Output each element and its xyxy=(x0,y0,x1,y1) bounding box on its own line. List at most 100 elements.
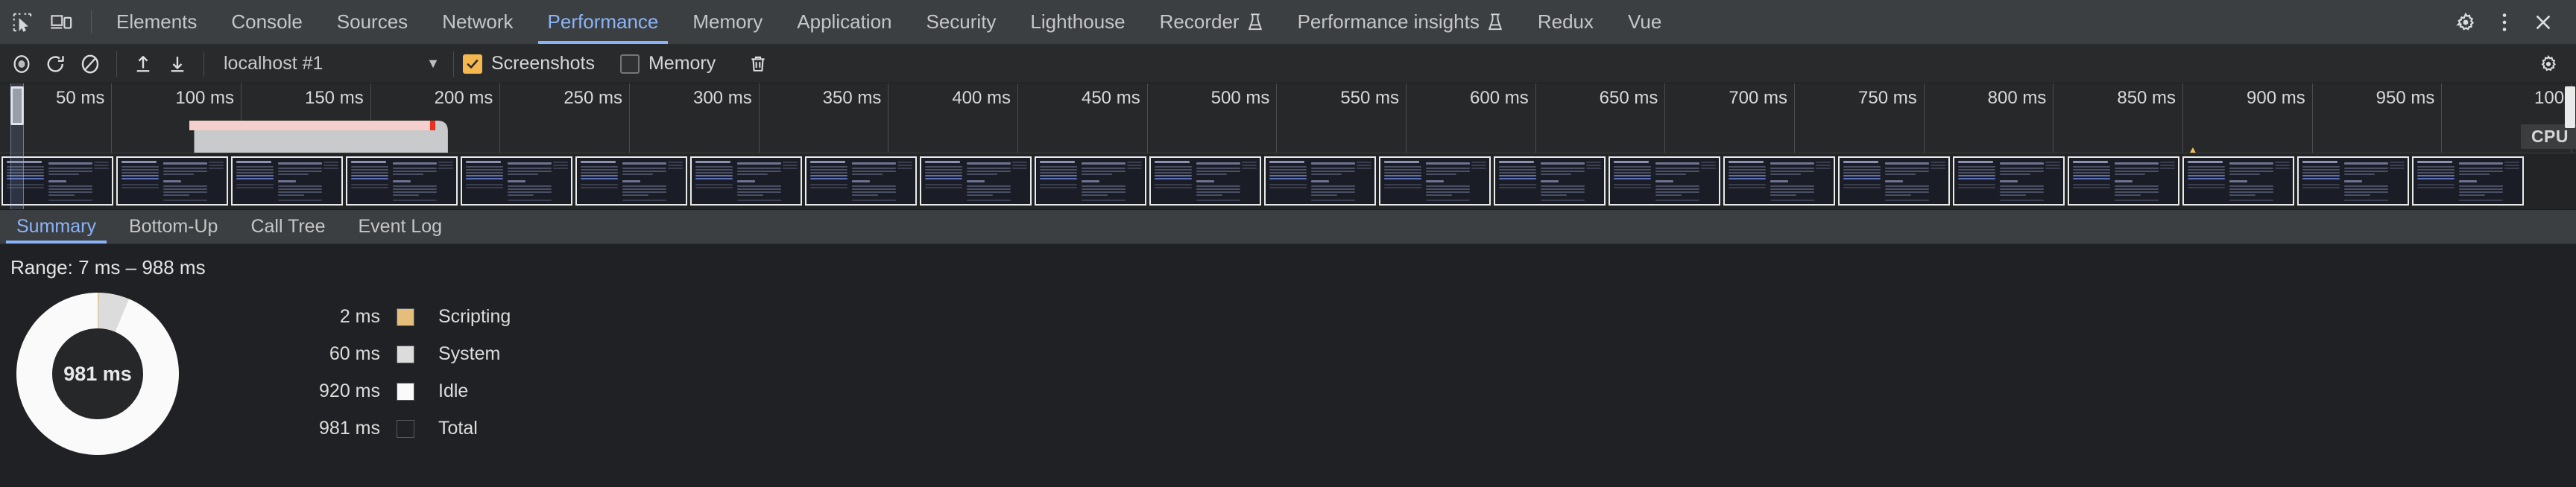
settings-gear-icon[interactable] xyxy=(2446,6,2485,39)
frame-article xyxy=(1426,162,1470,203)
filmstrip-frame[interactable] xyxy=(575,156,687,206)
activity-donut-chart[interactable]: 981 ms xyxy=(16,293,179,455)
toolbar-divider xyxy=(453,51,454,77)
tab-network[interactable]: Network xyxy=(425,0,530,44)
legend-swatch-system xyxy=(397,345,414,363)
capture-settings-gear-icon[interactable] xyxy=(2531,48,2566,80)
filmstrip-frame[interactable] xyxy=(1723,156,1835,206)
frame-meta xyxy=(1126,161,1142,171)
frame-meta xyxy=(1471,161,1486,171)
frame-meta xyxy=(93,161,109,171)
filmstrip-frame[interactable] xyxy=(1379,156,1491,206)
clear-button[interactable] xyxy=(73,48,107,80)
tab-label: Summary xyxy=(16,216,96,237)
frame-meta xyxy=(1700,161,1716,171)
memory-checkbox[interactable]: Memory xyxy=(619,53,716,74)
tab-summary[interactable]: Summary xyxy=(0,210,113,244)
ruler-tick-label: 250 ms xyxy=(564,88,623,108)
reload-and-record-button[interactable] xyxy=(39,48,73,80)
filmstrip-frame[interactable] xyxy=(2182,156,2294,206)
filmstrip-frame[interactable] xyxy=(1953,156,2065,206)
filmstrip-frame[interactable] xyxy=(1149,156,1261,206)
frame-meta xyxy=(782,161,798,171)
tab-memory[interactable]: Memory xyxy=(675,0,780,44)
legend-swatch-idle xyxy=(397,382,414,401)
tab-performance-insights[interactable]: Performance insights xyxy=(1281,0,1521,44)
filmstrip-frame[interactable] xyxy=(346,156,458,206)
inspect-element-icon[interactable] xyxy=(3,6,42,39)
frame-sidebar xyxy=(1843,160,1881,190)
timeline-overview[interactable]: 50 ms 100 ms 150 ms 200 ms 250 ms 300 ms 350 m… xyxy=(0,83,2576,210)
tab-label: Redux xyxy=(1537,10,1594,33)
tab-bottom-up[interactable]: Bottom-Up xyxy=(113,210,234,244)
filmstrip-frame[interactable] xyxy=(1838,156,1950,206)
filmstrip-frame[interactable] xyxy=(461,156,572,206)
filmstrip[interactable] xyxy=(0,153,2576,209)
overview-window-playhead[interactable] xyxy=(10,83,24,209)
export-button[interactable] xyxy=(160,48,195,80)
filmstrip-frame[interactable] xyxy=(2412,156,2524,206)
frame-sidebar xyxy=(1040,160,1077,190)
legend-label-scripting: Scripting xyxy=(438,306,511,327)
filmstrip-frame[interactable] xyxy=(2068,156,2179,206)
ruler-tick-label: 350 ms xyxy=(822,88,882,108)
tab-event-log[interactable]: Event Log xyxy=(342,210,459,244)
frame-sidebar xyxy=(1384,160,1421,190)
tab-label: Performance insights xyxy=(1297,10,1480,33)
ruler-tick-label: 450 ms xyxy=(1081,88,1140,108)
tab-elements[interactable]: Elements xyxy=(99,0,214,44)
frame-sidebar xyxy=(1499,160,1536,190)
long-task-warning-marker xyxy=(429,121,435,130)
tab-label: Event Log xyxy=(358,216,443,237)
device-toolbar-icon[interactable] xyxy=(42,6,80,39)
import-button[interactable] xyxy=(126,48,160,80)
ruler-tick-label: 550 ms xyxy=(1340,88,1400,108)
filmstrip-frame[interactable] xyxy=(920,156,1032,206)
overview-right-handle[interactable] xyxy=(2565,86,2575,128)
tab-label: Sources xyxy=(336,10,408,33)
tab-label: Elements xyxy=(116,10,198,33)
chevron-down-icon: ▼ xyxy=(426,56,440,71)
frame-meta xyxy=(1815,161,1831,171)
ruler-tick-label: 600 ms xyxy=(1470,88,1529,108)
summary-content: 981 ms 2 ms Scripting 60 ms System 920 m… xyxy=(0,279,2576,455)
filmstrip-frame[interactable] xyxy=(2297,156,2409,206)
filmstrip-frame[interactable] xyxy=(690,156,802,206)
record-button[interactable] xyxy=(4,48,39,80)
profile-select[interactable]: localhost #1 ▼ xyxy=(213,49,444,79)
tab-redux[interactable]: Redux xyxy=(1521,0,1611,44)
close-devtools-icon[interactable] xyxy=(2524,6,2563,39)
screenshots-checkbox[interactable]: Screenshots xyxy=(463,53,595,74)
filmstrip-frame[interactable] xyxy=(1609,156,1720,206)
tab-application[interactable]: Application xyxy=(780,0,909,44)
frame-article xyxy=(48,162,92,203)
tab-security[interactable]: Security xyxy=(909,0,1014,44)
tab-console[interactable]: Console xyxy=(214,0,319,44)
frame-sidebar xyxy=(810,160,847,190)
filmstrip-frame[interactable] xyxy=(231,156,343,206)
tab-lighthouse[interactable]: Lighthouse xyxy=(1013,0,1142,44)
tab-call-tree[interactable]: Call Tree xyxy=(234,210,341,244)
frame-meta xyxy=(1930,161,1945,171)
tab-recorder[interactable]: Recorder xyxy=(1143,0,1281,44)
frame-article xyxy=(1311,162,1355,203)
frame-meta xyxy=(1356,161,1371,171)
more-options-icon[interactable] xyxy=(2485,6,2524,39)
ruler-tick-label: 700 ms xyxy=(1729,88,1788,108)
filmstrip-frame[interactable] xyxy=(1494,156,1606,206)
filmstrip-frame[interactable] xyxy=(1035,156,1146,206)
tab-sources[interactable]: Sources xyxy=(320,0,425,44)
ruler-tick-label: 800 ms xyxy=(1987,88,2047,108)
checkbox-checked-icon xyxy=(463,54,482,74)
frame-meta xyxy=(323,161,338,171)
tab-performance[interactable]: Performance xyxy=(531,0,676,44)
legend-swatch-scripting xyxy=(397,308,414,326)
devtools-tabbar: Elements Console Sources Network Perform… xyxy=(0,0,2576,45)
trash-icon[interactable] xyxy=(741,48,775,80)
filmstrip-frame[interactable] xyxy=(1264,156,1376,206)
filmstrip-frame[interactable] xyxy=(116,156,228,206)
frame-sidebar xyxy=(1269,160,1307,190)
tab-vue[interactable]: Vue xyxy=(1611,0,1679,44)
filmstrip-frame[interactable] xyxy=(805,156,917,206)
frame-article xyxy=(508,162,552,203)
